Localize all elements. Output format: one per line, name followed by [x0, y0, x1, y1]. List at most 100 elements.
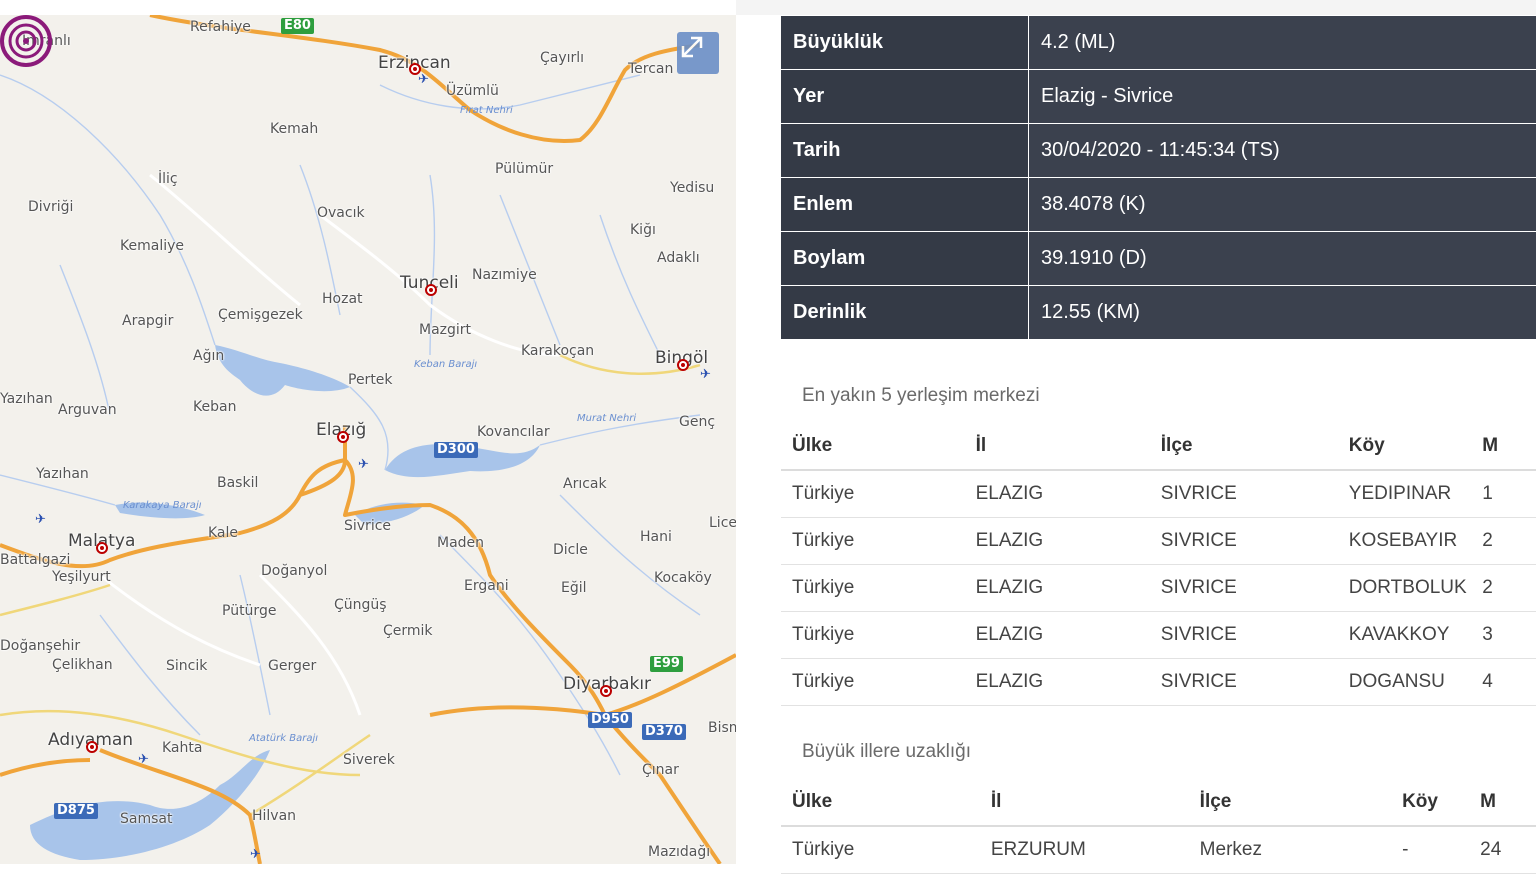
- table-cell: SIVRICE: [1150, 470, 1338, 518]
- map-place-label: Arapgir: [122, 313, 173, 329]
- table-cell: Türkiye: [781, 470, 965, 518]
- road-shield: D950: [588, 712, 632, 728]
- map-place-label: Genç: [679, 414, 715, 430]
- column-header[interactable]: İlçe: [1150, 423, 1338, 470]
- column-header[interactable]: M: [1471, 423, 1536, 470]
- table-cell: ERZURUM: [980, 826, 1189, 874]
- map-place-label: Yazıhan: [36, 466, 89, 482]
- info-row: Tarih30/04/2020 - 11:45:34 (TS): [781, 124, 1536, 178]
- map-place-label: Dicle: [553, 542, 588, 558]
- column-header[interactable]: Köy: [1391, 779, 1469, 826]
- map-place-label: Hilvan: [252, 808, 296, 824]
- table-cell: SIVRICE: [1150, 565, 1338, 612]
- map-place-label: Doğanşehir: [0, 638, 80, 654]
- table-cell: SIVRICE: [1150, 518, 1338, 565]
- map-place-label: Tercan: [628, 61, 673, 77]
- map-place-label: Doğanyol: [261, 563, 327, 579]
- map-water-label: Keban Barajı: [414, 359, 477, 370]
- column-header[interactable]: İl: [965, 423, 1150, 470]
- column-header[interactable]: İlçe: [1189, 779, 1391, 826]
- map-place-label: Sincik: [166, 658, 207, 674]
- map-place-label: Kovancılar: [477, 424, 550, 440]
- map-place-label: Lice: [709, 515, 736, 531]
- table-cell: ELAZIG: [965, 565, 1150, 612]
- map-place-label: Samsat: [120, 811, 172, 827]
- table-cell: 24: [1469, 826, 1536, 874]
- info-row: Derinlik12.55 (KM): [781, 286, 1536, 340]
- info-value: 4.2 (ML): [1029, 16, 1536, 70]
- map-place-label: Çelikhan: [52, 657, 113, 673]
- map-place-label: Sivrice: [344, 518, 391, 534]
- info-key: Tarih: [781, 124, 1029, 178]
- table-row: TürkiyeELAZIGSIVRICEDOGANSU4: [781, 659, 1536, 706]
- map-place-label: Kiğı: [630, 222, 656, 238]
- epicenter-marker[interactable]: [0, 15, 52, 67]
- map-place-label: Kocaköy: [654, 570, 712, 586]
- table-cell: 2: [1471, 565, 1536, 612]
- map-place-label: Mazıdağı: [648, 844, 710, 860]
- info-value: 39.1910 (D): [1029, 232, 1536, 286]
- fullscreen-button[interactable]: [677, 32, 719, 74]
- info-value: Elazig - Sivrice: [1029, 70, 1536, 124]
- earthquake-info-table: Büyüklük4.2 (ML)YerElazig - SivriceTarih…: [781, 16, 1536, 340]
- info-value: 38.4078 (K): [1029, 178, 1536, 232]
- map-place-label: Çermik: [383, 623, 433, 639]
- table-cell: KOSEBAYIR: [1338, 518, 1471, 565]
- map-water-label: Atatürk Barajı: [249, 733, 318, 744]
- map-place-label: Yeşilyurt: [52, 569, 111, 585]
- map-place-label: Arguvan: [58, 402, 117, 418]
- table-cell: ELAZIG: [965, 659, 1150, 706]
- earthquake-map[interactable]: İmranlıRefahiyeErzincanÜzümlüÇayırlıTerc…: [0, 15, 736, 864]
- column-header[interactable]: Ülke: [781, 423, 965, 470]
- table-cell: YEDIPINAR: [1338, 470, 1471, 518]
- map-place-label: Bismil: [708, 720, 736, 736]
- map-place-label: Yedisu: [670, 180, 714, 196]
- table-row: TürkiyeELAZIGSIVRICEKAVAKKOY3: [781, 612, 1536, 659]
- map-place-label: Divriği: [28, 199, 73, 215]
- table-cell: DOGANSU: [1338, 659, 1471, 706]
- map-place-label: Mazgirt: [419, 322, 471, 338]
- column-header[interactable]: Köy: [1338, 423, 1471, 470]
- map-place-label: Maden: [437, 535, 484, 551]
- map-place-label: Çüngüş: [334, 597, 387, 613]
- map-place-label: Karakoçan: [521, 343, 594, 359]
- airport-icon: ✈: [700, 367, 711, 382]
- map-place-label: Ovacık: [317, 205, 365, 221]
- map-place-label: Çınar: [642, 762, 679, 778]
- nearest-settlements-title: En yakın 5 yerleşim merkezi: [802, 385, 1040, 407]
- map-place-label: Arıcak: [563, 476, 607, 492]
- road-shield: E99: [650, 656, 683, 672]
- map-place-label: Gerger: [268, 658, 316, 674]
- map-place-label: Eğil: [561, 580, 587, 596]
- table-cell: KAVAKKOY: [1338, 612, 1471, 659]
- map-water-label: Murat Nehri: [577, 413, 636, 424]
- info-row: Boylam39.1910 (D): [781, 232, 1536, 286]
- map-place-label: Refahiye: [190, 19, 251, 35]
- table-row: TürkiyeELAZIGSIVRICEYEDIPINAR1: [781, 470, 1536, 518]
- map-place-label: Çemişgezek: [218, 307, 303, 323]
- table-row: TürkiyeERZURUMMerkez-24: [781, 826, 1536, 874]
- road-shield: E80: [281, 18, 314, 34]
- top-bar: [736, 0, 1536, 15]
- info-row: Büyüklük4.2 (ML): [781, 16, 1536, 70]
- table-cell: Türkiye: [781, 659, 965, 706]
- map-place-label: Ergani: [464, 578, 509, 594]
- map-place-label: Yazıhan: [0, 391, 53, 407]
- nearest-settlements-table: ÜlkeİlİlçeKöyM TürkiyeELAZIGSIVRICEYEDIP…: [781, 423, 1536, 706]
- column-header[interactable]: M: [1469, 779, 1536, 826]
- map-place-label: Nazımiye: [472, 267, 537, 283]
- airport-icon: ✈: [250, 847, 261, 862]
- map-place-label: Kemaliye: [120, 238, 184, 254]
- table-cell: 3: [1471, 612, 1536, 659]
- map-place-label: Battalgazi: [0, 552, 70, 568]
- column-header[interactable]: İl: [980, 779, 1189, 826]
- info-value: 12.55 (KM): [1029, 286, 1536, 340]
- city-marker-adiyaman: [86, 741, 98, 753]
- city-marker-malatya: [96, 542, 108, 554]
- map-place-label: Kemah: [270, 121, 318, 137]
- map-place-label: Üzümlü: [446, 83, 499, 99]
- table-cell: Türkiye: [781, 612, 965, 659]
- column-header[interactable]: Ülke: [781, 779, 980, 826]
- map-place-label: Ağın: [193, 348, 224, 364]
- map-place-label: Kahta: [162, 740, 202, 756]
